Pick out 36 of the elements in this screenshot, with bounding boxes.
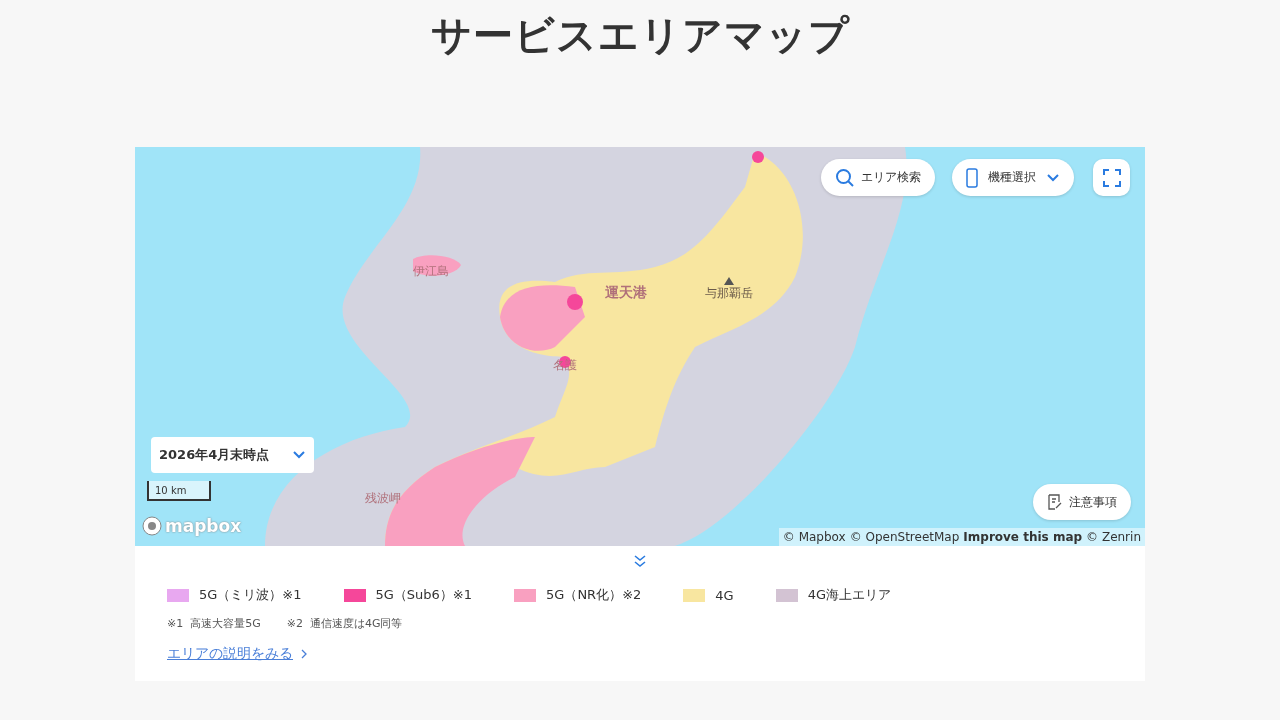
legend-label: 5G（ミリ波）※1 bbox=[199, 586, 302, 604]
place-label: 伊江島 bbox=[413, 263, 449, 280]
device-select-button[interactable]: 機種選択 bbox=[952, 159, 1074, 196]
chevron-right-icon bbox=[301, 649, 307, 659]
place-label: 残波岬 bbox=[365, 490, 401, 507]
attribution-text: © OpenStreetMap bbox=[849, 530, 960, 544]
place-label: 与那覇岳 bbox=[705, 277, 753, 302]
map-logo: mapbox bbox=[141, 515, 242, 537]
footnote-text: ※2 通信速度は4G同等 bbox=[286, 616, 403, 631]
chevron-down-icon bbox=[1046, 172, 1060, 183]
legend-label: 4G bbox=[715, 587, 734, 603]
date-select[interactable]: 2026年4月末時点 bbox=[151, 437, 314, 473]
page-title: サービスエリアマップ bbox=[430, 11, 850, 60]
attribution-text: © Zenrin bbox=[1086, 530, 1141, 544]
phone-icon bbox=[966, 167, 978, 188]
fullscreen-button[interactable] bbox=[1093, 159, 1130, 196]
footnote-text: ※1 高速大容量5G bbox=[167, 616, 261, 631]
place-label: 名護 bbox=[553, 357, 577, 374]
memo-icon bbox=[1047, 494, 1063, 510]
scale-bar: 10 km bbox=[147, 481, 211, 501]
logo-icon bbox=[141, 515, 163, 537]
coverage-map[interactable]: 伊江島 運天港 与那覇岳 名護 残波岬 エリア検索 機種選択 2026年4月末時点 10 km mapbox 注意事項 © Mapbox © OpenStreetMap Improve this map © Zenrin bbox=[135, 147, 1145, 546]
attribution-text[interactable]: Improve this map bbox=[963, 530, 1083, 544]
legend-label: 5G（NR化）※2 bbox=[546, 586, 642, 604]
mountain-icon bbox=[724, 277, 734, 285]
search-icon bbox=[835, 167, 855, 188]
notes-button[interactable]: 注意事項 bbox=[1033, 484, 1131, 520]
place-label: 運天港 bbox=[605, 284, 647, 302]
area-search-button[interactable]: エリア検索 bbox=[821, 159, 935, 196]
attribution-text: © Mapbox bbox=[782, 530, 846, 544]
legend-label: 5G（Sub6）※1 bbox=[375, 586, 473, 604]
fullscreen-icon bbox=[1102, 168, 1121, 187]
area-description-link[interactable]: エリアの説明をみる bbox=[167, 645, 307, 663]
chevron-down-icon bbox=[292, 450, 306, 460]
double-chevron-down-icon[interactable] bbox=[633, 554, 647, 568]
legend-label: 4G海上エリア bbox=[807, 586, 892, 604]
